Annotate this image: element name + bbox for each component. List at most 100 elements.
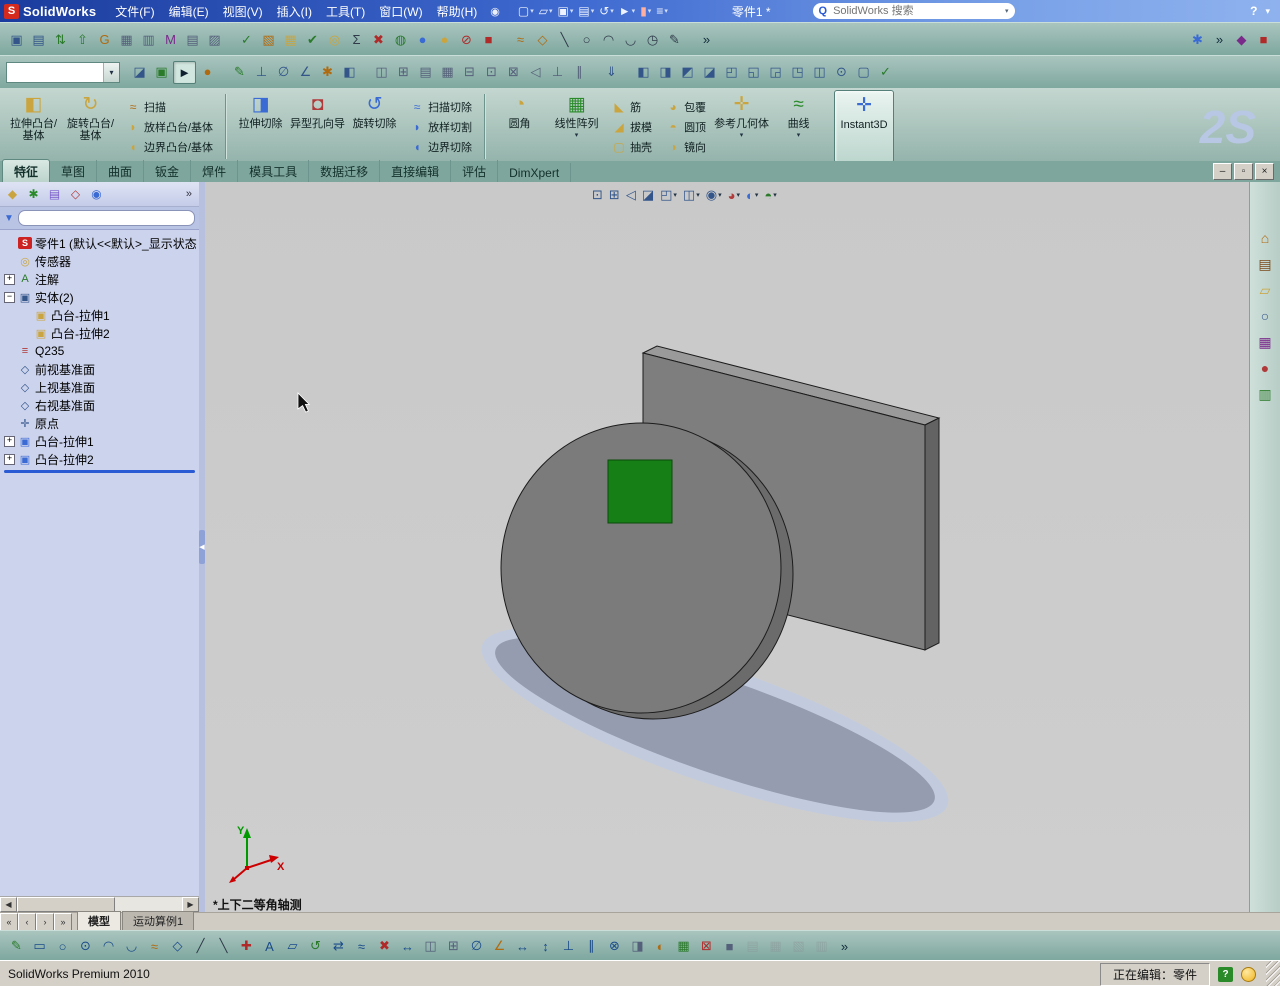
- more-chevron[interactable]: »: [834, 936, 855, 957]
- hole-wizard-button[interactable]: ◘ 异型孔向导 ▾: [290, 90, 345, 163]
- tree-expander[interactable]: +: [4, 273, 15, 285]
- tab-data-migration[interactable]: 数据迁移: [309, 160, 381, 182]
- configurationmanager-tab-icon[interactable]: ▤: [45, 185, 64, 204]
- rotate-entities-icon[interactable]: ↺: [305, 936, 326, 957]
- design-library-icon[interactable]: ▤: [1254, 253, 1276, 275]
- propertymanager-tab-icon[interactable]: ✱: [24, 185, 43, 204]
- custom-properties-icon[interactable]: ▥: [1254, 383, 1276, 405]
- command-combo-input[interactable]: [7, 65, 103, 80]
- trim-entities-icon[interactable]: ✖: [374, 936, 395, 957]
- line-icon[interactable]: ╱: [190, 936, 211, 957]
- tab-mold-tools[interactable]: 模具工具: [238, 160, 310, 182]
- plane-icon[interactable]: ▱: [282, 936, 303, 957]
- grid-system-icon[interactable]: ▦: [116, 29, 137, 50]
- perimeter-circle-icon[interactable]: ⊙: [75, 936, 96, 957]
- cascade-icon[interactable]: ▤: [415, 61, 436, 82]
- shell-button[interactable]: ▢ 抽壳: [609, 137, 655, 156]
- view-iso-cube-icon[interactable]: ◲: [765, 61, 786, 82]
- tab-sketch[interactable]: 草图: [50, 160, 98, 182]
- save-icon[interactable]: ▣ ▾: [555, 3, 575, 19]
- extruded-cut-button[interactable]: ◨ 拉伸切除 ▾: [233, 90, 288, 163]
- minimize-button[interactable]: –: [1213, 163, 1232, 180]
- angle-dim-icon[interactable]: ∠: [295, 61, 316, 82]
- polygon-icon[interactable]: ◇: [167, 936, 188, 957]
- spell-check-icon[interactable]: ✓: [236, 29, 257, 50]
- boundary-cut-button[interactable]: ◖ 边界切除: [407, 137, 475, 156]
- view-left-cube-icon[interactable]: ◩: [677, 61, 698, 82]
- centerline-icon[interactable]: ╲: [213, 936, 234, 957]
- parallel-icon[interactable]: ∥: [569, 61, 590, 82]
- revolved-boss-button[interactable]: ↻ 旋转凸台/基体 ▾: [63, 90, 118, 163]
- tab-motion-study[interactable]: 运动算例1: [122, 911, 195, 931]
- command-combo[interactable]: ▾: [6, 62, 120, 83]
- view-dimetric-cube-icon[interactable]: ◳: [787, 61, 808, 82]
- combo-dropdown-icon[interactable]: ▾: [103, 63, 119, 82]
- previous-view-icon[interactable]: ◁▾: [624, 186, 638, 204]
- curvature-icon[interactable]: G: [94, 29, 115, 50]
- menu-insert[interactable]: 插入(I): [270, 1, 319, 22]
- material-ball-icon[interactable]: ●: [434, 29, 455, 50]
- select-cursor-icon[interactable]: ►: [173, 61, 196, 84]
- stop-icon[interactable]: ■: [478, 29, 499, 50]
- tab-features[interactable]: 特征: [2, 159, 51, 182]
- magic-wand-icon[interactable]: ✓: [875, 61, 896, 82]
- tree-item-sensors[interactable]: ◎ 传感器: [2, 252, 199, 270]
- tree-item-front-plane[interactable]: ◇ 前视基准面: [2, 360, 199, 378]
- tile-icon[interactable]: ▦: [437, 61, 458, 82]
- anchor-down-icon[interactable]: ⇓: [601, 61, 622, 82]
- view-right-cube-icon[interactable]: ◪: [699, 61, 720, 82]
- wrap-button[interactable]: ◕ 包覆: [663, 97, 709, 116]
- macro-icon[interactable]: M: [160, 29, 181, 50]
- tree-expander[interactable]: +: [4, 453, 15, 465]
- close-sketch-icon[interactable]: ⊠: [696, 936, 717, 957]
- tree-item-boss-extrude2[interactable]: + ▣ 凸台-拉伸2: [2, 450, 199, 468]
- titlebar-more-icon[interactable]: ▾: [1265, 6, 1270, 17]
- scroll-thumb[interactable]: [17, 897, 115, 912]
- extend-entities-icon[interactable]: ↔: [397, 936, 418, 957]
- tree-item-material[interactable]: ≡ Q235: [2, 342, 199, 360]
- draft-button[interactable]: ◢ 拔模: [609, 117, 655, 136]
- publish-icon[interactable]: ⇧: [72, 29, 93, 50]
- panel-more-chevron[interactable]: »: [182, 188, 196, 200]
- rib-button[interactable]: ◣ 筋: [609, 97, 655, 116]
- mirror-entities-icon[interactable]: ◫: [420, 936, 441, 957]
- convert-entities-icon[interactable]: ⇄: [328, 936, 349, 957]
- tree-expander[interactable]: −: [4, 291, 15, 303]
- ellipse-tool-icon[interactable]: ◡: [620, 29, 641, 50]
- dome-button[interactable]: ◓ 圆顶: [663, 117, 709, 136]
- vertical-relation-icon[interactable]: ↕: [535, 936, 556, 957]
- no-entry-icon[interactable]: ⊘: [456, 29, 477, 50]
- grid-window-icon[interactable]: ⊞: [393, 61, 414, 82]
- mirror-entities-icon[interactable]: ◧: [339, 61, 360, 82]
- tree-horizontal-scrollbar[interactable]: ◀ ▶: [0, 896, 199, 912]
- hide-show-items-icon[interactable]: ◉ ▾: [704, 186, 724, 204]
- check-model-icon[interactable]: ✔: [302, 29, 323, 50]
- graphics-area[interactable]: Y X ⊡▾ ⊞▾ ◁▾ ◪▾: [205, 182, 1250, 912]
- smart-dimension-icon[interactable]: ∅: [466, 936, 487, 957]
- help-icon[interactable]: ?: [1250, 4, 1257, 18]
- resize-grip[interactable]: [1266, 961, 1280, 986]
- previous-window-icon[interactable]: ◁: [525, 61, 546, 82]
- collapse-icon[interactable]: ⊟: [459, 61, 480, 82]
- extruded-boss-button[interactable]: ◧ 拉伸凸台/基体 ▾: [6, 90, 61, 163]
- rollback-bar[interactable]: [4, 470, 195, 473]
- menu-file[interactable]: 文件(F): [108, 1, 161, 22]
- tree-item-boss-extrude1-body[interactable]: ▣ 凸台-拉伸1: [2, 306, 199, 324]
- more-chevron[interactable]: »: [1209, 29, 1230, 50]
- render-sphere-icon[interactable]: ●: [412, 29, 433, 50]
- new-window-icon[interactable]: ▤: [28, 29, 49, 50]
- tree-item-right-plane[interactable]: ◇ 右视基准面: [2, 396, 199, 414]
- sketch-rectangle[interactable]: [607, 459, 673, 524]
- dock-icon[interactable]: ⊡: [481, 61, 502, 82]
- grid-snap-icon[interactable]: ▦: [673, 936, 694, 957]
- balloon-icon[interactable]: ◎: [324, 29, 345, 50]
- menu-edit[interactable]: 编辑(E): [162, 1, 216, 22]
- undo-icon[interactable]: ↺ ▾: [597, 3, 616, 19]
- split-left-button[interactable]: «: [0, 913, 18, 931]
- menu-tools[interactable]: 工具(T): [319, 1, 372, 22]
- sketch-icon[interactable]: ✎: [6, 936, 27, 957]
- spline-tool-icon[interactable]: ≈: [510, 29, 531, 50]
- freehand-icon[interactable]: ✎: [664, 29, 685, 50]
- partial-circle-icon[interactable]: ◷: [642, 29, 663, 50]
- disabled-tool-2-icon[interactable]: ▦: [765, 936, 786, 957]
